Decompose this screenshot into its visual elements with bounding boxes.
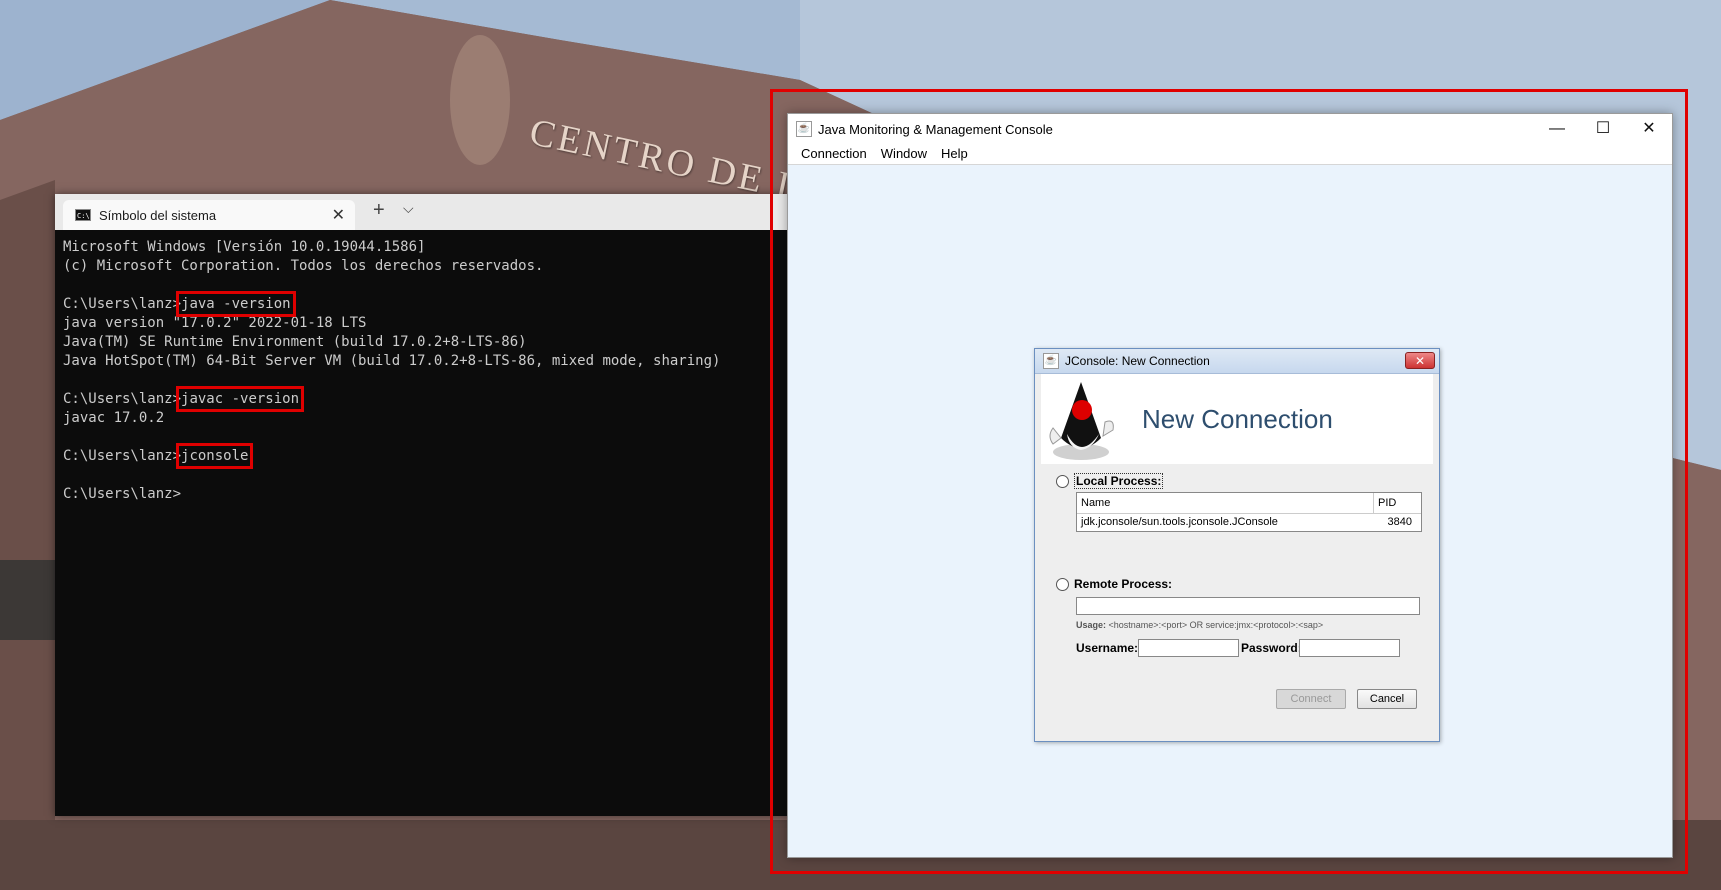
local-process-option[interactable]: Local Process: [1056,473,1164,489]
terminal-line: javac 17.0.2 [63,410,165,426]
java-icon: ☕ [1043,353,1059,369]
local-process-label[interactable]: Local Process: [1074,473,1164,489]
menu-help[interactable]: Help [934,144,975,164]
terminal-line: (c) Microsoft Corporation. Todos los der… [63,258,544,274]
terminal-line: java version "17.0.2" 2022-01-18 LTS [63,315,367,331]
new-tab-icon[interactable]: + [373,199,385,222]
terminal-prompt: C:\Users\lanz> [63,391,182,407]
jconsole-titlebar[interactable]: ☕ Java Monitoring & Management Console —… [788,114,1672,144]
close-icon[interactable]: ✕ [332,205,345,225]
window-controls: — ☐ ✕ [1534,114,1672,144]
username-field[interactable] [1138,639,1239,657]
duke-mascot-icon [1049,382,1114,460]
chevron-down-icon[interactable]: ⌵ [403,200,414,217]
terminal-window[interactable]: C:\ Símbolo del sistema ✕ + ⌵ Microsoft … [55,194,790,816]
command-java-version: java -version [176,291,296,317]
local-process-radio[interactable] [1056,474,1069,488]
menubar: Connection Window Help [788,144,1672,165]
usage-label: Usage: [1076,620,1107,630]
jconsole-window[interactable]: ☕ Java Monitoring & Management Console —… [787,113,1673,858]
terminal-prompt: C:\Users\lanz> [63,486,182,502]
password-field[interactable] [1299,639,1400,657]
terminal-line: Microsoft Windows [Versión 10.0.19044.15… [63,239,426,255]
maximize-button[interactable]: ☐ [1580,114,1626,144]
dialog-title: JConsole: New Connection [1065,354,1210,368]
minimize-button[interactable]: — [1534,114,1580,144]
column-header-name[interactable]: Name [1077,493,1374,513]
dialog-body: New Connection Local Process: Name PID j… [1041,374,1433,737]
column-header-pid[interactable]: PID [1374,493,1396,513]
process-pid: 3840 [1387,516,1412,528]
command-jconsole: jconsole [175,443,254,469]
dialog-heading: New Connection [1142,404,1333,434]
java-icon: ☕ [796,121,812,137]
remote-process-label[interactable]: Remote Process: [1074,577,1172,591]
remote-process-radio[interactable] [1056,577,1069,591]
terminal-tabbar: C:\ Símbolo del sistema ✕ + ⌵ [55,194,790,230]
dialog-banner: New Connection [1041,374,1433,464]
process-table[interactable]: Name PID jdk.jconsole/sun.tools.jconsole… [1076,492,1422,532]
terminal-output[interactable]: Microsoft Windows [Versión 10.0.19044.15… [55,230,790,512]
table-header: Name PID [1077,493,1421,514]
jconsole-title: Java Monitoring & Management Console [818,121,1053,137]
process-name: jdk.jconsole/sun.tools.jconsole.JConsole [1081,516,1278,528]
terminal-prompt: C:\Users\lanz> [63,296,182,312]
terminal-prompt: C:\Users\lanz> [63,448,182,464]
terminal-tab[interactable]: C:\ Símbolo del sistema ✕ [63,200,355,230]
menu-window[interactable]: Window [874,144,934,164]
remote-process-input[interactable] [1076,597,1420,615]
cmd-icon: C:\ [75,209,91,221]
menu-connection[interactable]: Connection [794,144,874,164]
connect-button[interactable]: Connect [1276,689,1346,709]
cancel-button[interactable]: Cancel [1357,689,1417,709]
table-row[interactable]: jdk.jconsole/sun.tools.jconsole.JConsole… [1077,514,1421,531]
usage-text: <hostname>:<port> OR service:jmx:<protoc… [1108,620,1324,630]
terminal-line: Java(TM) SE Runtime Environment (build 1… [63,334,527,350]
remote-process-option[interactable]: Remote Process: [1056,577,1172,591]
usage-hint: Usage: <hostname>:<port> OR service:jmx:… [1076,620,1323,630]
dialog-close-button[interactable]: ✕ [1405,352,1435,369]
username-label: Username: [1076,641,1139,655]
close-button[interactable]: ✕ [1626,114,1672,144]
terminal-line: Java HotSpot(TM) 64-Bit Server VM (build… [63,353,721,369]
jconsole-desktop: ☕ JConsole: New Connection ✕ New Connect… [788,165,1672,857]
password-label: Password: [1241,641,1302,655]
new-connection-dialog[interactable]: ☕ JConsole: New Connection ✕ New Connect… [1034,348,1440,742]
dialog-titlebar[interactable]: ☕ JConsole: New Connection ✕ [1035,349,1439,374]
terminal-tab-title: Símbolo del sistema [99,207,217,223]
command-javac-version: javac -version [176,386,305,412]
